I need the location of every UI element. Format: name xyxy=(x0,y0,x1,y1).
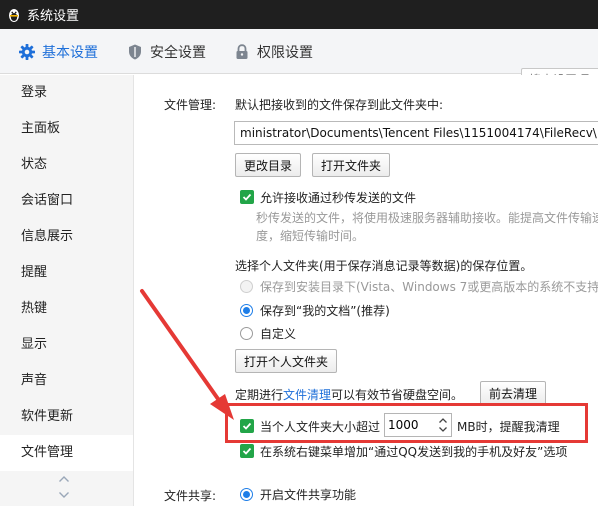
sidebar-item-chat-window[interactable]: 会话窗口 xyxy=(0,183,133,219)
checkmark-icon xyxy=(242,447,252,455)
radio-my-documents-label: 保存到“我的文档”(推荐) xyxy=(260,304,390,318)
checkmark-icon xyxy=(242,193,252,201)
sidebar: 登录 主面板 状态 会话窗口 信息展示 提醒 热键 显示 声音 软件更新 文件管… xyxy=(0,75,134,506)
radio-install-directory[interactable] xyxy=(240,280,253,293)
enable-file-sharing-label: 开启文件共享功能 xyxy=(260,488,357,502)
receive-folder-path-field[interactable] xyxy=(234,121,598,145)
sidebar-item-display[interactable]: 显示 xyxy=(0,327,133,363)
personal-folder-location-label: 选择个人文件夹(用于保存消息记录等数据)的保存位置。 xyxy=(235,259,533,273)
sidebar-item-hotkey[interactable]: 热键 xyxy=(0,291,133,327)
sidebar-item-software-update[interactable]: 软件更新 xyxy=(0,399,133,435)
cleanup-suffix: 可以有效节省硬盘空间。 xyxy=(331,388,464,402)
sidebar-item-file-management[interactable]: 文件管理 xyxy=(0,435,133,471)
scroll-down-icon[interactable] xyxy=(56,489,72,501)
annotation-highlight-box xyxy=(225,403,588,443)
radio-my-documents[interactable] xyxy=(240,304,253,317)
sidebar-item-status[interactable]: 状态 xyxy=(0,147,133,183)
context-menu-checkbox[interactable] xyxy=(240,444,254,458)
gear-icon xyxy=(18,43,36,61)
lock-icon xyxy=(233,43,251,61)
title-bar: 系统设置 xyxy=(0,0,598,29)
sidebar-item-sound[interactable]: 声音 xyxy=(0,363,133,399)
qq-penguin-icon xyxy=(6,7,22,23)
tab-basic-settings[interactable]: 基本设置 xyxy=(18,29,98,74)
open-personal-folder-button[interactable]: 打开个人文件夹 xyxy=(235,349,338,373)
file-cleanup-link[interactable]: 文件清理 xyxy=(283,388,331,402)
radio-enable-file-sharing[interactable] xyxy=(240,488,253,501)
tab-security-settings[interactable]: 安全设置 xyxy=(126,29,206,74)
shield-icon xyxy=(126,43,144,61)
tab-permission-settings[interactable]: 权限设置 xyxy=(233,29,313,74)
save-to-folder-label: 默认把接收到的文件保存到此文件夹中: xyxy=(235,98,444,112)
radio-install-directory-label: 保存到安装目录下(Vista、Windows 7或更高版本的系统不支持) xyxy=(260,280,598,294)
radio-custom-label: 自定义 xyxy=(260,327,297,341)
sidebar-item-reminder[interactable]: 提醒 xyxy=(0,255,133,291)
cleanup-prefix: 定期进行 xyxy=(235,388,284,402)
tab-permission-settings-label: 权限设置 xyxy=(257,44,313,61)
change-directory-button[interactable]: 更改目录 xyxy=(235,153,302,177)
allow-fast-transfer-label: 允许接收通过秒传发送的文件 xyxy=(260,191,417,205)
fast-transfer-description-line1: 秒传发送的文件，将使用极速服务器辅助接收。能提高文件传输速 xyxy=(256,211,598,225)
tab-bar: 基本设置 安全设置 权限设置 xyxy=(0,29,598,92)
scroll-up-icon[interactable] xyxy=(56,473,72,485)
fast-transfer-description-line2: 度，缩短传输时间。 xyxy=(256,229,365,243)
tab-security-settings-label: 安全设置 xyxy=(150,44,206,61)
open-folder-button[interactable]: 打开文件夹 xyxy=(312,153,391,177)
allow-fast-transfer-checkbox[interactable] xyxy=(240,190,254,204)
file-management-section-label: 文件管理: xyxy=(164,98,217,112)
sidebar-item-login[interactable]: 登录 xyxy=(0,75,133,111)
context-menu-label: 在系统右键菜单增加“通过QQ发送到我的手机及好友”选项 xyxy=(260,445,568,459)
file-sharing-section-label: 文件共享: xyxy=(164,489,217,503)
settings-content: 文件管理: 默认把接收到的文件保存到此文件夹中: 更改目录 打开文件夹 允许接收… xyxy=(134,75,598,506)
cleanup-prompt: 定期进行文件清理可以有效节省硬盘空间。 xyxy=(235,386,463,403)
sidebar-item-main-panel[interactable]: 主面板 xyxy=(0,111,133,147)
tab-basic-settings-label: 基本设置 xyxy=(42,44,98,61)
radio-custom[interactable] xyxy=(240,327,253,340)
go-cleanup-button[interactable]: 前去清理 xyxy=(480,381,547,405)
window-title: 系统设置 xyxy=(27,9,80,24)
sidebar-item-info-display[interactable]: 信息展示 xyxy=(0,219,133,255)
